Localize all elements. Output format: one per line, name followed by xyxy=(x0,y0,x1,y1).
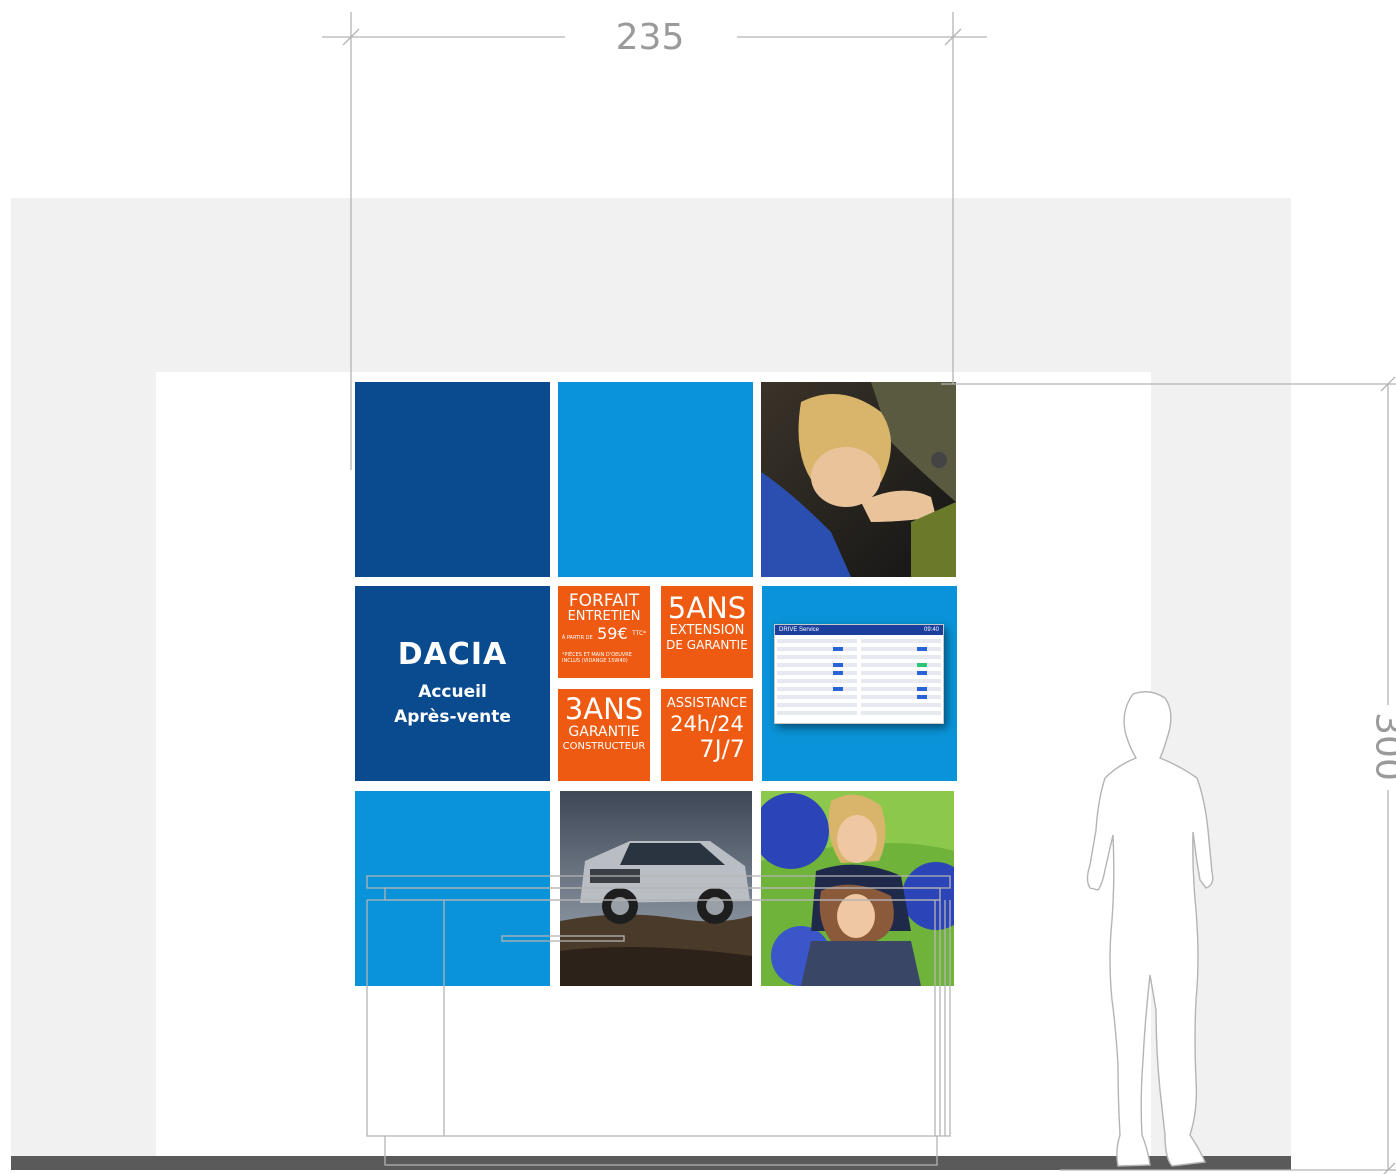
height-dimension-label: 300 xyxy=(1367,712,1396,781)
width-dimension-label: 235 xyxy=(615,17,685,58)
technical-drawing-overlay xyxy=(322,12,1396,1174)
human-silhouette xyxy=(1086,691,1214,1167)
